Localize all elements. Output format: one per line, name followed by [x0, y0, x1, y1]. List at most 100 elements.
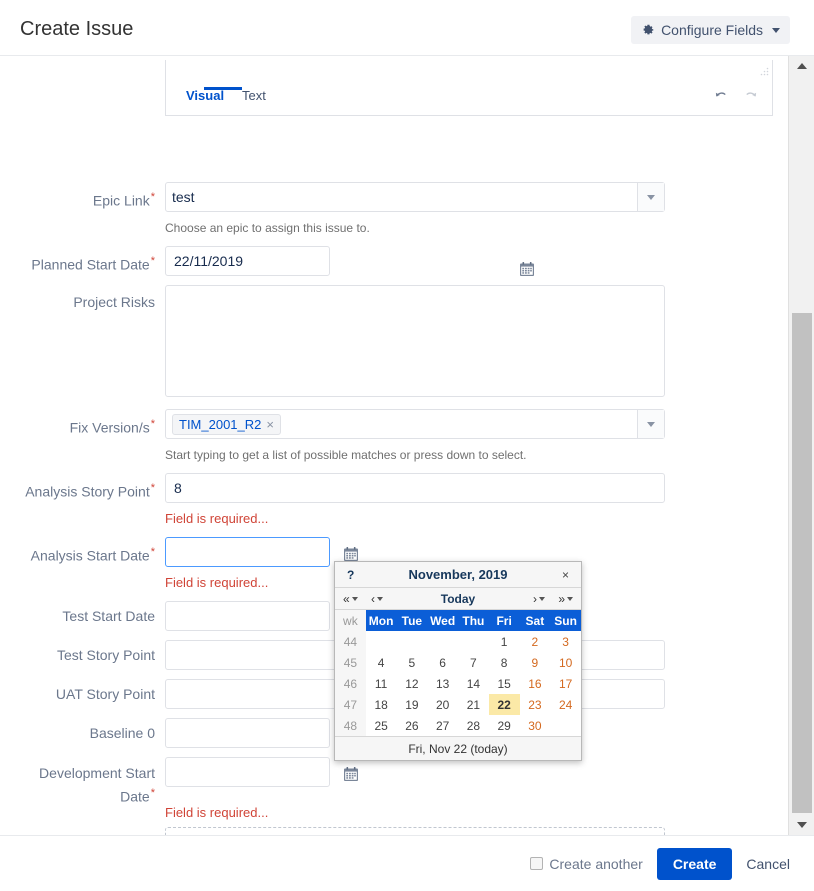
page-title: Create Issue — [20, 18, 134, 40]
calendar-day-cell[interactable]: 1 — [489, 631, 520, 652]
test-start-date-group — [165, 601, 330, 631]
create-another-checkbox[interactable] — [530, 857, 544, 870]
calendar-day-cell[interactable]: 23 — [520, 694, 551, 715]
calendar-day-cell[interactable]: 10 — [550, 652, 581, 673]
analysis-story-point-group — [165, 473, 665, 503]
label-planned-start-date: Planned Start Date* — [31, 255, 155, 273]
development-start-date-error: Field is required... — [165, 805, 269, 820]
calendar-day-cell[interactable]: 17 — [550, 673, 581, 694]
epic-link-select[interactable]: test — [165, 182, 665, 212]
editor-tab-bar: Visual Text — [166, 82, 772, 116]
calendar-day-cell[interactable]: 7 — [458, 652, 489, 673]
calendar-prev-month-button[interactable]: ‹ — [371, 592, 383, 606]
baseline-0-group — [165, 718, 330, 748]
baseline-0-input[interactable] — [165, 718, 330, 748]
analysis-start-date-input[interactable] — [165, 537, 330, 567]
calendar-day-cell[interactable]: 27 — [427, 715, 458, 736]
calendar-day-cell[interactable]: 3 — [550, 631, 581, 652]
calendar-day-cell[interactable]: 19 — [397, 694, 428, 715]
description-rich-editor: Visual Text — [165, 60, 773, 116]
planned-start-date-group — [165, 246, 534, 277]
calendar-week-number: 48 — [335, 715, 366, 736]
gear-icon — [641, 23, 655, 37]
calendar-day-cell[interactable]: 12 — [397, 673, 428, 694]
calendar-week-row: 45 4 5 6 7 8 9 10 — [335, 652, 581, 673]
planned-start-date-calendar-icon[interactable] — [519, 261, 535, 277]
scroll-up-button[interactable] — [789, 56, 814, 76]
development-start-date-input[interactable] — [165, 757, 330, 787]
calendar-day-cell[interactable]: 15 — [489, 673, 520, 694]
test-start-date-input[interactable] — [165, 601, 330, 631]
calendar-day-cell[interactable]: 21 — [458, 694, 489, 715]
chevron-down-icon — [567, 596, 573, 601]
calendar-day-cell[interactable]: 14 — [458, 673, 489, 694]
attachment-dropzone[interactable]: Drop files to attach, or browse. — [165, 827, 665, 835]
fix-versions-hint: Start typing to get a list of possible m… — [165, 448, 527, 462]
calendar-next-month-button[interactable]: › — [533, 592, 545, 606]
calendar-weekday: Tue — [396, 610, 428, 631]
calendar-day-cell[interactable]: 11 — [366, 673, 397, 694]
calendar-day-cell[interactable]: 2 — [520, 631, 551, 652]
create-another-checkbox-wrapper[interactable]: Create another — [530, 856, 643, 872]
calendar-empty-cell — [366, 631, 397, 652]
calendar-today-button[interactable]: Today — [441, 592, 475, 606]
analysis-story-point-input[interactable] — [165, 473, 665, 503]
calendar-day-cell[interactable]: 5 — [397, 652, 428, 673]
tab-visual[interactable]: Visual — [186, 87, 242, 103]
calendar-day-cell[interactable]: 20 — [427, 694, 458, 715]
close-icon[interactable]: × — [562, 568, 569, 582]
fix-versions-dropdown-arrow[interactable] — [637, 410, 664, 438]
calendar-day-cell[interactable]: 13 — [427, 673, 458, 694]
cancel-button[interactable]: Cancel — [746, 856, 790, 872]
date-picker-popup[interactable]: ? November, 2019 × « ‹ Today › » wk Mon … — [334, 561, 582, 761]
calendar-day-cell[interactable]: 4 — [366, 652, 397, 673]
label-epic-link: Epic Link* — [92, 191, 155, 209]
create-button[interactable]: Create — [656, 847, 733, 880]
analysis-start-date-group — [165, 537, 359, 567]
label-fix-versions: Fix Version/s* — [69, 418, 155, 436]
calendar-week-row: 47 18 19 20 21 22 23 24 — [335, 694, 581, 715]
calendar-next-year-button[interactable]: » — [558, 592, 573, 606]
calendar-weekday: Mon — [365, 610, 397, 631]
triangle-up-icon — [797, 63, 807, 69]
calendar-day-cell[interactable]: 8 — [489, 652, 520, 673]
calendar-day-cell[interactable]: 30 — [520, 715, 551, 736]
development-start-date-calendar-icon[interactable] — [343, 766, 359, 785]
close-icon[interactable]: × — [266, 417, 274, 432]
calendar-day-cell[interactable]: 24 — [550, 694, 581, 715]
tab-active-indicator — [204, 87, 242, 90]
planned-start-date-input[interactable] — [165, 246, 330, 276]
resize-grip-icon[interactable] — [760, 63, 769, 76]
tab-visual-label: Visual — [186, 88, 225, 103]
calendar-day-cell[interactable]: 6 — [427, 652, 458, 673]
configure-fields-button[interactable]: Configure Fields — [631, 16, 790, 44]
dialog-footer: Create another Create Cancel — [0, 835, 814, 891]
fix-version-chip-label: TIM_2001_R2 — [179, 416, 262, 432]
epic-link-dropdown-arrow[interactable] — [637, 183, 664, 211]
epic-link-hint: Choose an epic to assign this issue to. — [165, 221, 370, 235]
calendar-day-cell[interactable]: 18 — [366, 694, 397, 715]
calendar-day-cell[interactable]: 22 — [488, 694, 520, 715]
calendar-day-cell[interactable]: 29 — [489, 715, 520, 736]
calendar-day-cell[interactable]: 16 — [520, 673, 551, 694]
calendar-week-number: 44 — [335, 631, 366, 652]
calendar-day-cell[interactable]: 9 — [520, 652, 551, 673]
tab-text[interactable]: Text — [242, 88, 266, 103]
editor-actions — [714, 88, 758, 103]
scrollbar-thumb[interactable] — [792, 313, 812, 813]
redo-icon[interactable] — [743, 88, 758, 103]
undo-icon[interactable] — [714, 88, 729, 103]
chevron-down-icon — [377, 596, 383, 601]
dialog-header: Create Issue Configure Fields — [0, 0, 814, 56]
calendar-day-cell[interactable]: 28 — [458, 715, 489, 736]
vertical-scrollbar[interactable] — [788, 56, 814, 835]
scroll-down-button[interactable] — [789, 815, 814, 835]
calendar-help-icon[interactable]: ? — [347, 568, 354, 582]
calendar-day-cell[interactable]: 25 — [366, 715, 397, 736]
project-risks-textarea[interactable] — [165, 285, 665, 397]
configure-fields-label: Configure Fields — [661, 22, 763, 38]
calendar-empty-cell — [427, 631, 458, 652]
fix-versions-multiselect[interactable]: TIM_2001_R2 × — [165, 409, 665, 439]
calendar-prev-year-button[interactable]: « — [343, 592, 358, 606]
calendar-day-cell[interactable]: 26 — [397, 715, 428, 736]
